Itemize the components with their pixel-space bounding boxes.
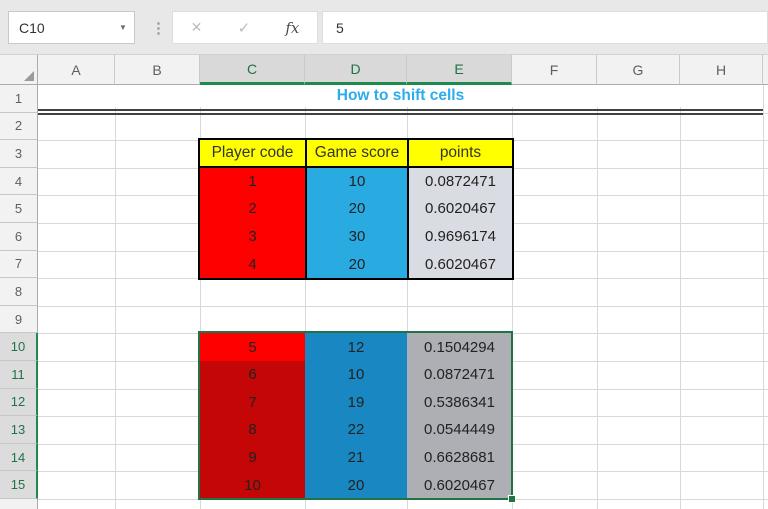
column-header-G[interactable]: G	[597, 55, 680, 85]
column-header-F[interactable]: F	[512, 55, 597, 85]
cell-E14[interactable]: 0.6628681	[407, 443, 512, 472]
column-header-D[interactable]: D	[305, 55, 407, 85]
name-box-value: C10	[19, 19, 45, 36]
double-border	[38, 109, 763, 115]
row-header-2[interactable]: 2	[0, 112, 38, 141]
header-cell-game-score[interactable]: Game score	[305, 140, 407, 168]
cell-E4[interactable]: 0.0872471	[407, 167, 512, 196]
cell-D5[interactable]: 20	[305, 195, 407, 223]
gridline-vertical	[597, 85, 598, 509]
cell-C6[interactable]: 3	[200, 222, 305, 251]
row-header-7[interactable]: 7	[0, 250, 38, 279]
row-header-12[interactable]: 12	[0, 388, 38, 417]
insert-function-icon[interactable]: fx	[285, 19, 299, 37]
row-header-4[interactable]: 4	[0, 167, 38, 196]
confirm-icon[interactable]: ✓	[238, 19, 251, 37]
header-cell-player-code[interactable]: Player code	[200, 140, 305, 168]
select-all-triangle-icon	[24, 71, 34, 81]
row-header-8[interactable]: 8	[0, 278, 38, 306]
row-header-9[interactable]: 9	[0, 305, 38, 334]
table-lower: 5 12 0.1504294 6 10 0.0872471 7 19 0.5386341 8 22 0…	[200, 333, 512, 499]
cell-D10[interactable]: 12	[305, 333, 407, 361]
cell-E11[interactable]: 0.0872471	[407, 360, 512, 389]
column-header-B[interactable]: B	[115, 55, 200, 85]
formula-bar[interactable]: 5	[322, 11, 768, 44]
cell-D13[interactable]: 22	[305, 416, 407, 444]
cell-E5[interactable]: 0.6020467	[407, 195, 512, 223]
cell-D6[interactable]: 30	[305, 222, 407, 251]
table-upper: Player code Game score points 1 10 0.08724…	[198, 138, 514, 280]
cell-E10[interactable]: 0.1504294	[407, 333, 512, 361]
name-box[interactable]: C10 ▼	[8, 11, 135, 44]
formula-buttons: ✕ ✓ fx	[172, 11, 318, 44]
cell-D14[interactable]: 21	[305, 443, 407, 472]
cell-C4[interactable]: 1	[200, 167, 305, 196]
row-header-16-partial[interactable]	[0, 499, 38, 509]
select-all-corner[interactable]	[0, 55, 38, 85]
cell-C12[interactable]: 7	[200, 388, 305, 417]
column-header-sliver	[763, 55, 768, 85]
cell-E7[interactable]: 0.6020467	[407, 250, 512, 278]
row-header-10[interactable]: 10	[0, 333, 38, 361]
cell-C13[interactable]: 8	[200, 416, 305, 444]
column-header-C[interactable]: C	[200, 55, 305, 85]
row-header-3[interactable]: 3	[0, 140, 38, 168]
cell-E13[interactable]: 0.0544449	[407, 416, 512, 444]
separator-dots-icon: ⋮	[151, 19, 166, 37]
fill-handle[interactable]	[508, 495, 516, 503]
row-header-11[interactable]: 11	[0, 361, 38, 389]
gridline-vertical	[763, 85, 764, 509]
title-cell[interactable]: How to shift cells	[38, 85, 763, 107]
column-header-H[interactable]: H	[680, 55, 763, 85]
excel-window: C10 ▼ ⋮ ✕ ✓ fx 5 ABCDEFGH How to shift c…	[0, 0, 768, 509]
formula-row: C10 ▼ ⋮ ✕ ✓ fx 5	[0, 0, 768, 55]
cell-E6[interactable]: 0.9696174	[407, 222, 512, 251]
cancel-icon[interactable]: ✕	[191, 19, 203, 36]
cell-D7[interactable]: 20	[305, 250, 407, 278]
gridline-vertical	[680, 85, 681, 509]
cell-D4[interactable]: 10	[305, 167, 407, 196]
row-header-6[interactable]: 6	[0, 223, 38, 251]
cell-E12[interactable]: 0.5386341	[407, 388, 512, 417]
cell-C15[interactable]: 10	[200, 471, 305, 499]
column-header-E[interactable]: E	[407, 55, 512, 85]
row-header-13[interactable]: 13	[0, 416, 38, 444]
row-header-14[interactable]: 14	[0, 443, 38, 472]
cell-C7[interactable]: 4	[200, 250, 305, 278]
cell-C5[interactable]: 2	[200, 195, 305, 223]
column-header-A[interactable]: A	[38, 55, 115, 85]
cell-D11[interactable]: 10	[305, 360, 407, 389]
row-header-1[interactable]: 1	[0, 85, 38, 113]
cell-C14[interactable]: 9	[200, 443, 305, 472]
column-header-row: ABCDEFGH	[0, 55, 768, 85]
cell-D12[interactable]: 19	[305, 388, 407, 417]
gridline-horizontal	[38, 499, 768, 500]
cell-C10-active[interactable]: 5	[200, 333, 305, 361]
cell-C11[interactable]: 6	[200, 360, 305, 389]
gridline-vertical	[115, 85, 116, 509]
row-header-15[interactable]: 15	[0, 471, 38, 499]
gridline-horizontal	[38, 305, 768, 307]
formula-bar-value: 5	[336, 19, 344, 36]
name-box-dropdown-icon[interactable]: ▼	[112, 23, 134, 32]
row-header-5[interactable]: 5	[0, 195, 38, 223]
cell-D15[interactable]: 20	[305, 471, 407, 499]
sheet-grid: How to shift cells Player code Game scor…	[0, 85, 768, 509]
header-cell-points[interactable]: points	[407, 140, 512, 168]
cell-E15[interactable]: 0.6020467	[407, 471, 512, 499]
